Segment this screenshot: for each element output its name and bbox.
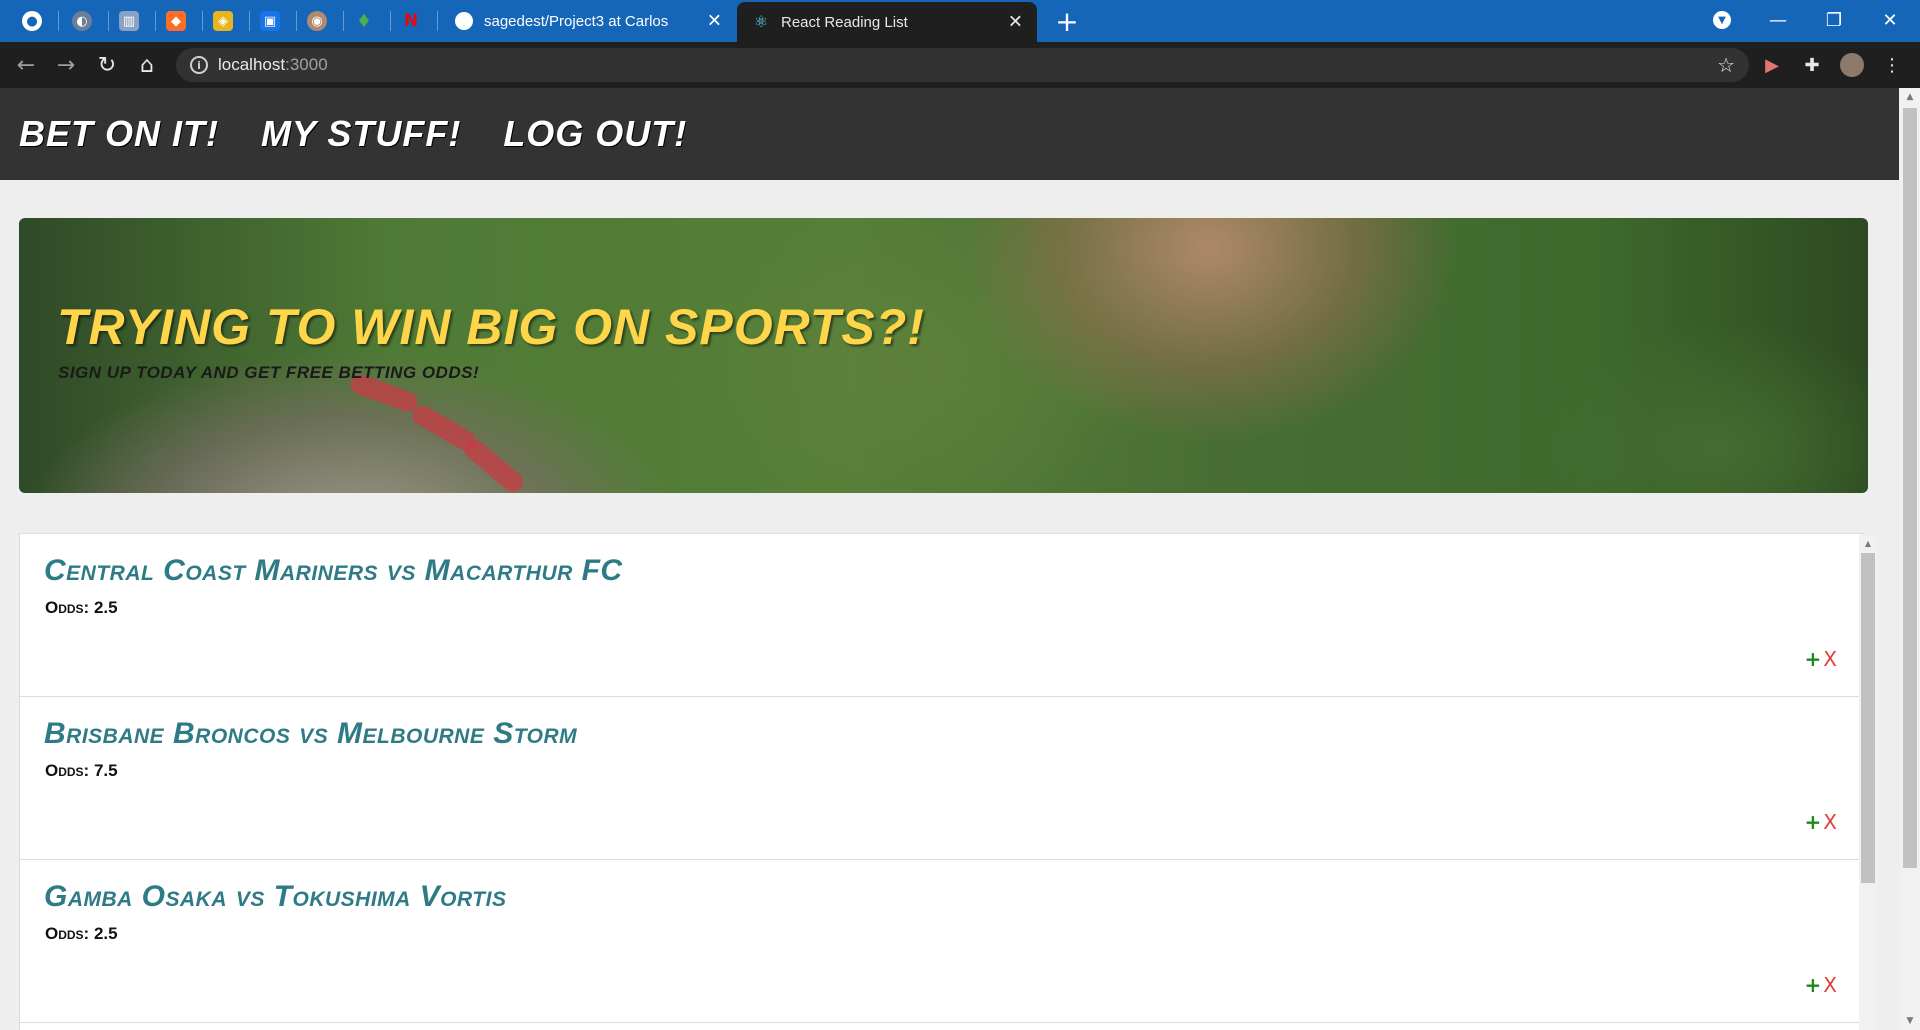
game-card: Central Coast Mariners vs Macarthur FC O… — [20, 534, 1863, 697]
page-scrollbar[interactable]: ▲ ▼ — [1900, 88, 1920, 1030]
chart-icon: ▥ — [119, 11, 139, 31]
url-text: localhost:3000 — [218, 55, 328, 74]
browser-toolbar: ← → ↻ ⌂ i localhost:3000 ☆ ▶ ✚ ⋮ — [0, 42, 1920, 88]
github-icon: ● — [22, 11, 42, 31]
scrollbar-thumb[interactable] — [1903, 108, 1917, 868]
avatar-icon: ◉ — [307, 11, 327, 31]
screencast-extension-icon[interactable]: ▶ — [1760, 53, 1784, 77]
remove-game-button[interactable]: X — [1823, 647, 1837, 671]
nav-bet-on-it[interactable]: Bet on it! — [19, 113, 219, 155]
hero-banner: Trying to win big on sports?! Sign up to… — [19, 218, 1868, 493]
game-actions: + X — [1805, 810, 1837, 834]
reload-icon[interactable]: ↻ — [93, 51, 121, 79]
shield-icon: ◈ — [213, 11, 233, 31]
game-odds: Odds: 7.5 — [45, 761, 118, 780]
minimize-icon[interactable]: — — [1750, 0, 1806, 40]
site-navbar: Bet on it! My Stuff! Log out! — [0, 88, 1899, 180]
pinned-tab-outlook[interactable]: ▣ — [250, 6, 290, 36]
tab-separator — [58, 11, 59, 31]
github-icon — [454, 11, 474, 31]
game-card: Gamba Osaka vs Tokushima Vortis Odds: 2.… — [20, 860, 1863, 1023]
add-bet-button[interactable]: + — [1805, 647, 1822, 671]
pinned-tab-globe[interactable]: ◐ — [62, 6, 102, 36]
nav-log-out[interactable]: Log out! — [503, 113, 687, 155]
nav-my-stuff[interactable]: My Stuff! — [261, 113, 461, 155]
pinned-tab-avatar[interactable]: ◉ — [297, 6, 337, 36]
pinned-tab-gitlab[interactable]: ◆ — [156, 6, 196, 36]
games-list-scrollbar[interactable]: ▲ — [1859, 535, 1877, 1030]
bookmark-star-icon[interactable]: ☆ — [1717, 53, 1735, 77]
hero-title: Trying to win big on sports?! — [57, 299, 925, 355]
pinned-tab-leaf[interactable]: ♦ — [344, 6, 384, 36]
tab-separator — [437, 11, 438, 31]
remove-game-button[interactable]: X — [1823, 973, 1837, 997]
outlook-icon: ▣ — [260, 11, 280, 31]
pinned-tab-chart[interactable]: ▥ — [109, 6, 149, 36]
restore-icon[interactable]: ❐ — [1806, 0, 1862, 40]
add-bet-button[interactable]: + — [1805, 973, 1822, 997]
game-title: Gamba Osaka vs Tokushima Vortis — [44, 880, 507, 913]
site-info-icon[interactable]: i — [190, 56, 208, 74]
back-icon[interactable]: ← — [12, 51, 40, 79]
pinned-tab-github[interactable]: ● — [12, 6, 52, 36]
close-tab-icon[interactable]: ✕ — [1008, 12, 1023, 33]
game-card: Brisbane Broncos vs Melbourne Storm Odds… — [20, 697, 1863, 860]
globe-icon: ◐ — [72, 11, 92, 31]
leaf-icon: ♦ — [355, 10, 373, 32]
extensions-puzzle-icon[interactable]: ✚ — [1800, 53, 1824, 77]
browser-menu-icon[interactable]: ⋮ — [1880, 53, 1904, 77]
home-icon[interactable]: ⌂ — [133, 51, 161, 79]
pinned-tab-shield[interactable]: ◈ — [203, 6, 243, 36]
game-title: Brisbane Broncos vs Melbourne Storm — [44, 717, 578, 750]
scroll-down-arrow-icon[interactable]: ▼ — [1900, 1012, 1920, 1030]
scroll-up-arrow-icon[interactable]: ▲ — [1859, 535, 1877, 551]
game-title: Central Coast Mariners vs Macarthur FC — [44, 554, 623, 587]
address-bar[interactable]: i localhost:3000 ☆ — [176, 48, 1749, 82]
tab-search-icon[interactable]: ▼ — [1710, 8, 1734, 32]
game-odds: Odds: 2.5 — [45, 924, 118, 943]
tab-title: React Reading List — [781, 13, 908, 31]
new-tab-icon[interactable]: + — [1052, 5, 1082, 38]
tab-title: sagedest/Project3 at Carlos — [484, 12, 669, 30]
game-actions: + X — [1805, 973, 1837, 997]
hero-subtitle: Sign up today and get free betting odds! — [58, 363, 480, 382]
scroll-up-arrow-icon[interactable]: ▲ — [1900, 88, 1920, 106]
game-actions: + X — [1805, 647, 1837, 671]
netflix-icon: N — [403, 11, 419, 31]
gitlab-icon: ◆ — [166, 11, 186, 31]
scrollbar-thumb[interactable] — [1861, 553, 1875, 883]
forward-icon[interactable]: → — [52, 51, 80, 79]
pinned-tab-netflix[interactable]: N — [391, 6, 431, 36]
tab-react-reading-list[interactable]: ⚛ React Reading List ✕ — [737, 2, 1037, 42]
close-window-icon[interactable]: ✕ — [1862, 0, 1918, 40]
baseball-stitch — [460, 435, 528, 493]
game-odds: Odds: 2.5 — [45, 598, 118, 617]
remove-game-button[interactable]: X — [1823, 810, 1837, 834]
add-bet-button[interactable]: + — [1805, 810, 1822, 834]
react-icon: ⚛ — [753, 14, 769, 31]
profile-avatar-icon[interactable] — [1840, 53, 1864, 77]
games-list: Central Coast Mariners vs Macarthur FC O… — [19, 533, 1864, 1030]
page-viewport: Bet on it! My Stuff! Log out! Trying to … — [0, 88, 1899, 1030]
tab-github-project[interactable]: sagedest/Project3 at Carlos ✕ — [440, 0, 736, 42]
close-tab-icon[interactable]: ✕ — [707, 11, 722, 32]
browser-tabstrip: ● ◐ ▥ ◆ ◈ ▣ ◉ ♦ N sagedest/Project3 at C… — [0, 0, 1920, 42]
